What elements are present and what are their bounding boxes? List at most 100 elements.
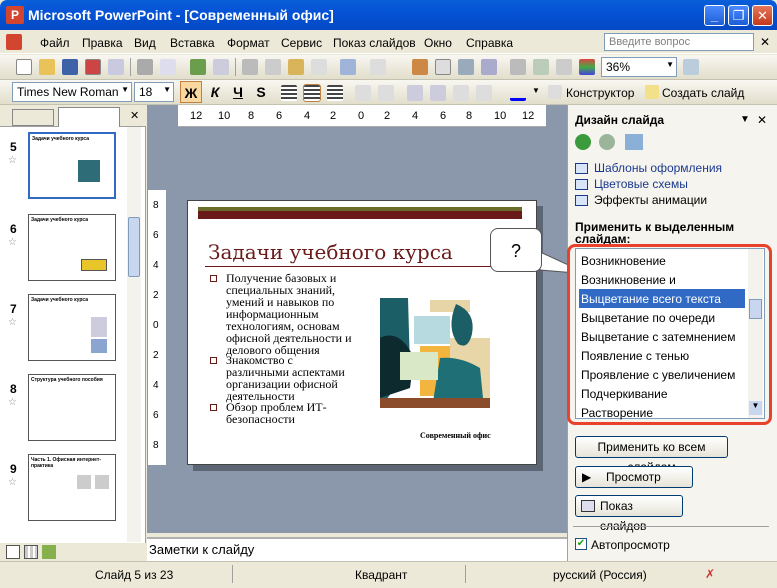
spelling-icon[interactable] [190,59,206,75]
slideshow-button[interactable]: Показ слайдов [575,495,683,533]
close-pane-icon[interactable]: ✕ [130,109,139,122]
minimize-button[interactable]: _ [704,5,725,26]
chevron-down-icon[interactable]: ▼ [740,114,750,125]
close-button[interactable]: ✕ [752,5,773,26]
shadow-button[interactable]: S [250,81,272,103]
designer-icon[interactable] [548,85,562,99]
office-clipart-image[interactable] [380,298,490,408]
forward-icon[interactable] [599,134,615,150]
color-grayscale-icon[interactable] [579,59,595,75]
align-right-icon[interactable] [327,85,343,101]
new-slide-icon[interactable] [645,85,659,99]
scroll-thumb[interactable] [128,217,140,277]
underline-button[interactable]: Ч [227,81,249,103]
thumbnail-slide-5[interactable]: Задачи учебного курса [28,132,116,199]
menu-help[interactable]: Справка [466,36,513,50]
zoom-select[interactable]: 36% ▼ [601,57,677,77]
spelling-status-icon[interactable]: ✗ [705,567,721,581]
design-templates-link[interactable]: Шаблоны оформления [594,161,722,175]
expand-all-icon[interactable] [510,59,526,75]
notes-pane[interactable]: Заметки к слайду [147,537,567,561]
align-center-icon[interactable] [303,84,321,102]
designer-button[interactable]: Конструктор [566,86,634,100]
bullet-marker [210,404,217,411]
undo-icon[interactable] [340,59,356,75]
tables-borders-icon[interactable] [458,59,474,75]
thumbnail-slide-6[interactable]: Задачи учебного курса [28,214,116,281]
new-icon[interactable] [16,59,32,75]
format-painter-icon[interactable] [311,59,327,75]
slideshow-view-icon[interactable] [42,545,56,559]
redo-icon[interactable] [370,59,386,75]
show-formatting-icon[interactable] [533,59,549,75]
thumbnail-image [77,475,91,489]
help-icon[interactable] [683,59,699,75]
thumbnail-slide-9[interactable]: Часть 1. Офисная интернет-практика [28,454,116,521]
close-icon[interactable]: ✕ [757,113,767,127]
back-icon[interactable] [575,134,591,150]
align-left-icon[interactable] [281,85,297,101]
italic-button[interactable]: К [204,81,226,103]
slide-title[interactable]: Задачи учебного курса [208,240,453,264]
powerpoint-icon[interactable]: P [6,6,24,24]
autopreview-checkbox[interactable]: ✔ [575,538,587,550]
menu-format[interactable]: Формат [227,36,270,50]
ruler-tick: 2 [330,110,337,122]
animation-effects-link[interactable]: Эффекты анимации [594,193,707,207]
home-icon[interactable] [625,134,643,150]
slide-counter: Слайд 5 из 23 [95,568,174,582]
outline-tab[interactable] [12,109,54,126]
menu-slideshow[interactable]: Показ слайдов [333,36,416,50]
thumbnail-slide-7[interactable]: Задачи учебного курса [28,294,116,361]
open-icon[interactable] [39,59,55,75]
numbering-icon[interactable] [355,85,371,101]
apply-all-button[interactable]: Применить ко всем слайдам [575,436,728,474]
menu-view[interactable]: Вид [134,36,156,50]
insert-table-icon[interactable] [435,59,451,75]
menu-file[interactable]: Файл [40,36,70,50]
menu-tools[interactable]: Сервис [281,36,322,50]
restore-button[interactable]: ❐ [728,5,749,26]
help-search-input[interactable]: Введите вопрос [604,33,754,51]
research-icon[interactable] [213,59,229,75]
menu-edit[interactable]: Правка [82,36,123,50]
save-icon[interactable] [62,59,78,75]
color-schemes-link[interactable]: Цветовые схемы [594,177,688,191]
normal-view-icon[interactable] [6,545,20,559]
grid-icon[interactable] [556,59,572,75]
copy-icon[interactable] [265,59,281,75]
new-slide-button[interactable]: Создать слайд [662,86,744,100]
bullets-icon[interactable] [378,85,394,101]
paste-icon[interactable] [288,59,304,75]
zoom-value: 36% [606,60,631,74]
font-color-icon[interactable] [510,85,526,101]
slide-bullet[interactable]: Обзор проблем ИТ-безопасности [226,401,356,425]
insert-chart-icon[interactable] [412,59,428,75]
font-name-select[interactable]: Times New Roman ▼ [12,82,132,102]
email-icon[interactable] [108,59,124,75]
slide-sorter-icon[interactable] [24,545,38,559]
decrease-font-icon[interactable] [430,85,446,101]
decrease-indent-icon[interactable] [453,85,469,101]
cut-icon[interactable] [242,59,258,75]
permission-icon[interactable] [85,59,101,75]
menu-insert[interactable]: Вставка [170,36,215,50]
increase-font-icon[interactable] [407,85,423,101]
print-icon[interactable] [137,59,153,75]
document-icon[interactable] [6,34,22,50]
bold-button[interactable]: Ж [180,81,202,103]
font-size-select[interactable]: 18 ▼ [134,82,174,102]
slide-bullet[interactable]: Получение базовых и специальных знаний, … [226,272,356,356]
preview-button[interactable]: ▶ Просмотр [575,466,693,488]
thumbnail-image [78,160,100,182]
print-preview-icon[interactable] [160,59,176,75]
thumbnail-slide-8[interactable]: Структура учебного пособия [28,374,116,441]
document-close-icon[interactable]: ✕ [760,35,770,49]
menu-window[interactable]: Окно [424,36,452,50]
slides-tab[interactable] [58,107,120,127]
slide-bullet[interactable]: Знакомство с различными аспектами органи… [226,354,356,402]
slides-scrollbar[interactable] [127,127,141,542]
increase-indent-icon[interactable] [476,85,492,101]
chevron-down-icon[interactable]: ▼ [532,86,540,95]
hyperlink-icon[interactable] [481,59,497,75]
